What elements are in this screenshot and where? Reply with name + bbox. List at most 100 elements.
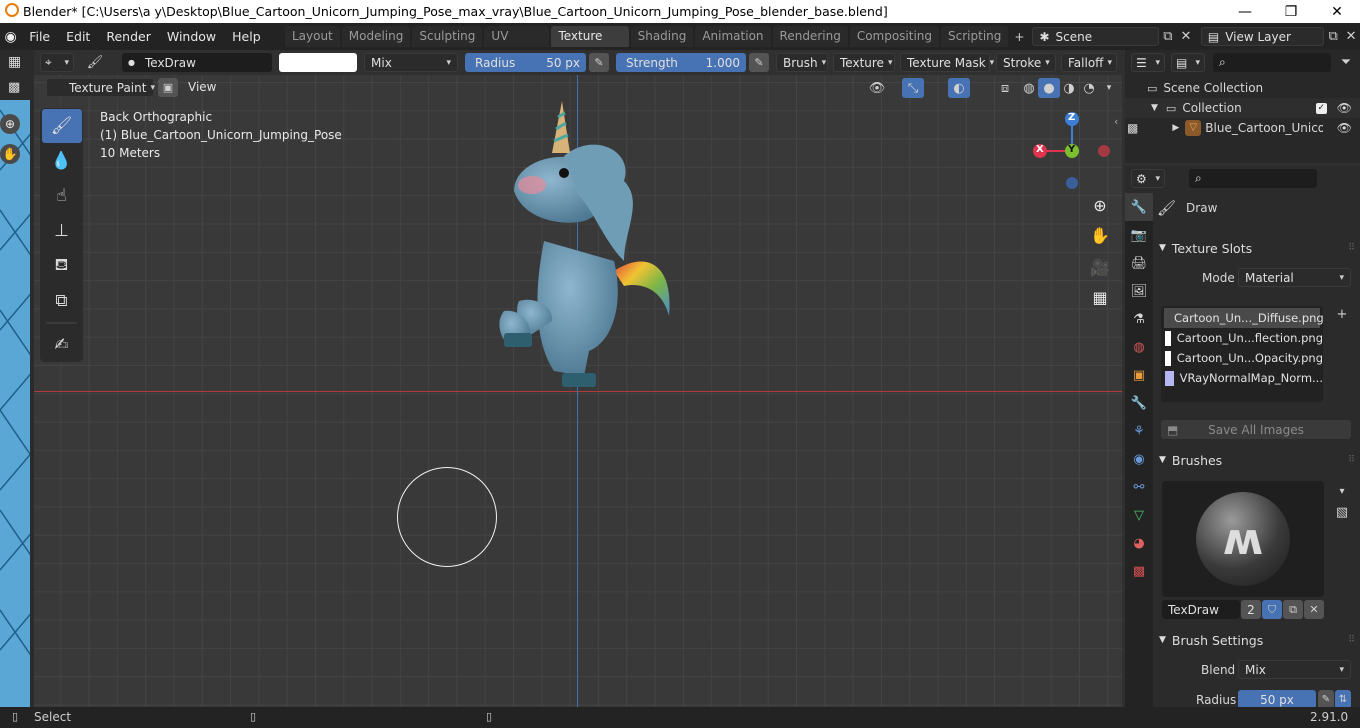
- texture-menu[interactable]: Texture ▾: [833, 53, 895, 72]
- outliner-search-input[interactable]: ⌕: [1213, 53, 1331, 72]
- ortho-toggle-icon[interactable]: ▦: [1086, 283, 1114, 311]
- drag-handle-icon[interactable]: ⠿: [1348, 243, 1355, 253]
- brush-browse-icon[interactable]: ▾: [1331, 481, 1353, 501]
- 3d-viewport[interactable]: ▩ Texture Paint▾ ▣ View 👁 ⤡ ◐ ⧈ ◍ ● ◑ ◔ …: [34, 75, 1122, 707]
- texture-slots-panel-header[interactable]: ▼ Texture Slots ⠿: [1159, 237, 1355, 259]
- clone-tool-icon[interactable]: ⊥: [42, 214, 82, 248]
- shading-solid-icon[interactable]: ●: [1038, 78, 1060, 98]
- drag-handle-icon[interactable]: ⠿: [1348, 635, 1355, 645]
- modifier-tab-icon[interactable]: 🔧: [1125, 389, 1153, 417]
- draw-tool-icon[interactable]: 🖌: [41, 109, 82, 143]
- expand-arrow-icon[interactable]: ▼: [1151, 103, 1158, 113]
- annotate-tool-icon[interactable]: ✍: [42, 328, 82, 362]
- scene-tab-icon[interactable]: ⚗: [1125, 305, 1153, 333]
- tab-shading[interactable]: Shading: [630, 26, 694, 47]
- tab-layout[interactable]: Layout: [284, 26, 340, 47]
- menu-window[interactable]: Window: [159, 29, 224, 44]
- tab-compositing[interactable]: Compositing: [849, 26, 940, 47]
- xray-toggle-icon[interactable]: ⧈: [994, 78, 1016, 98]
- camera-view-icon[interactable]: 🎥: [1086, 253, 1114, 281]
- object-visibility-icon[interactable]: 👁: [1337, 121, 1352, 135]
- sidebar-toggle-icon[interactable]: ‹: [1114, 115, 1118, 128]
- new-view-layer-icon[interactable]: ⧉: [1324, 27, 1342, 47]
- menu-help[interactable]: Help: [224, 29, 269, 44]
- strength-pressure-icon[interactable]: ✎: [749, 53, 769, 72]
- radius-pressure-icon[interactable]: ✎: [589, 53, 609, 72]
- menu-render[interactable]: Render: [98, 29, 159, 44]
- shading-material-icon[interactable]: ◑: [1058, 78, 1080, 98]
- mode-dropdown[interactable]: Texture Paint ▾: [46, 78, 155, 97]
- blender-menu-icon[interactable]: ◉: [0, 29, 21, 45]
- uv-pan-icon[interactable]: ✋: [0, 144, 20, 164]
- strength-slider[interactable]: Strength 1.000: [616, 53, 746, 72]
- brush-blend-dropdown[interactable]: Mix ▾: [1238, 660, 1351, 679]
- stroke-menu[interactable]: Stroke ▾: [996, 53, 1056, 72]
- texture-slot-item[interactable]: Cartoon_Un..._Diffuse.png: [1164, 308, 1324, 328]
- duplicate-brush-icon[interactable]: ⧉: [1283, 600, 1303, 619]
- minimize-button[interactable]: —: [1222, 0, 1268, 23]
- unlink-brush-icon[interactable]: ✕: [1304, 600, 1324, 619]
- collection-checkbox[interactable]: ✓: [1315, 102, 1327, 114]
- tool-settings-menu[interactable]: ⌖ ▾: [40, 53, 74, 72]
- uv-checker-icon[interactable]: ▩: [8, 80, 20, 95]
- data-tab-icon[interactable]: ▽: [1125, 501, 1153, 529]
- brush-menu[interactable]: Brush ▾: [776, 53, 828, 72]
- add-slot-icon[interactable]: +: [1331, 304, 1353, 324]
- brush-color-swatch[interactable]: [279, 53, 357, 72]
- gizmo-toggle-icon[interactable]: ⤡: [902, 78, 924, 98]
- view-menu[interactable]: View: [188, 80, 216, 94]
- add-workspace-button[interactable]: +: [1010, 30, 1028, 44]
- properties-search-input[interactable]: ⌕: [1189, 169, 1317, 188]
- tab-texture-paint[interactable]: Texture Paint: [551, 26, 629, 64]
- maximize-button[interactable]: ❐: [1268, 0, 1314, 23]
- outliner-row-object[interactable]: ▩ ▶ ▽Blue_Cartoon_Unicorn 👁: [1125, 118, 1360, 138]
- texture-slot-item[interactable]: VRayNormalMap_Norm...: [1161, 368, 1323, 388]
- outliner-row-scene-collection[interactable]: ▭ Scene Collection: [1147, 78, 1263, 98]
- paint-brush-icon[interactable]: 🖌: [84, 52, 106, 72]
- collection-visibility-icon[interactable]: 👁: [1337, 101, 1352, 115]
- falloff-menu[interactable]: Falloff ▾: [1061, 53, 1117, 72]
- smear-tool-icon[interactable]: ☝: [42, 179, 82, 213]
- render-tab-icon[interactable]: 📷: [1125, 221, 1153, 249]
- blend-mode-dropdown[interactable]: Mix ▾: [364, 53, 458, 72]
- brush-thumbnail-icon[interactable]: ▧: [1331, 502, 1353, 522]
- overlay-toggle-icon[interactable]: ◐: [948, 78, 970, 98]
- fill-tool-icon[interactable]: ⛾: [42, 249, 82, 283]
- shading-wireframe-icon[interactable]: ◍: [1018, 78, 1040, 98]
- brushes-panel-header[interactable]: ▼ Brushes ⠿: [1159, 449, 1355, 471]
- texture-slot-item[interactable]: Cartoon_Un...flection.png: [1161, 328, 1323, 348]
- brush-settings-panel-header[interactable]: ▼ Brush Settings ⠿: [1159, 629, 1355, 651]
- tab-scripting[interactable]: Scripting: [941, 26, 1009, 47]
- texture-mode-dropdown[interactable]: Material ▾: [1238, 268, 1351, 287]
- texture-slot-item[interactable]: Cartoon_Un...Opacity.png: [1161, 348, 1323, 368]
- shading-options-icon[interactable]: ▾: [1098, 78, 1120, 98]
- view-layer-selector[interactable]: ▤ View Layer: [1200, 27, 1325, 46]
- tab-modeling[interactable]: Modeling: [341, 26, 411, 47]
- remove-view-layer-icon[interactable]: ✕: [1342, 27, 1360, 47]
- tab-rendering[interactable]: Rendering: [772, 26, 848, 47]
- mask-tool-icon[interactable]: ⧉: [42, 284, 82, 318]
- material-tab-icon[interactable]: ◕: [1125, 529, 1153, 557]
- outliner-filter-icon[interactable]: ⏷: [1335, 52, 1357, 72]
- fake-user-icon[interactable]: ⛉: [1262, 600, 1282, 619]
- remove-scene-icon[interactable]: ✕: [1177, 27, 1195, 47]
- constraints-tab-icon[interactable]: ⚯: [1125, 473, 1153, 501]
- brush-preview[interactable]: ʍ: [1162, 481, 1324, 597]
- soften-tool-icon[interactable]: 💧: [42, 144, 82, 178]
- object-tab-icon[interactable]: ▣: [1125, 361, 1153, 389]
- menu-file[interactable]: File: [21, 29, 58, 44]
- uv-editor-icon[interactable]: ▦: [8, 54, 21, 70]
- outliner-editor-type[interactable]: ☰ ▾: [1131, 53, 1165, 72]
- output-tab-icon[interactable]: 🖨: [1125, 249, 1153, 277]
- tool-tab-icon[interactable]: 🔧: [1125, 193, 1153, 221]
- close-button[interactable]: ✕: [1314, 0, 1360, 23]
- pan-view-icon[interactable]: ✋: [1086, 221, 1114, 249]
- outliner-row-collection[interactable]: ▼ ▭ Collection ✓ 👁: [1125, 98, 1360, 118]
- drag-handle-icon[interactable]: ⠿: [1348, 455, 1355, 465]
- expand-arrow-icon[interactable]: ▶: [1172, 123, 1179, 133]
- visibility-icon[interactable]: 👁: [866, 78, 888, 98]
- view-layer-tab-icon[interactable]: 🖼: [1125, 277, 1153, 305]
- uv-zoom-icon[interactable]: ⊕: [0, 114, 20, 134]
- radius-slider[interactable]: Radius 50 px: [465, 53, 586, 72]
- brush-users-count[interactable]: 2: [1241, 600, 1261, 619]
